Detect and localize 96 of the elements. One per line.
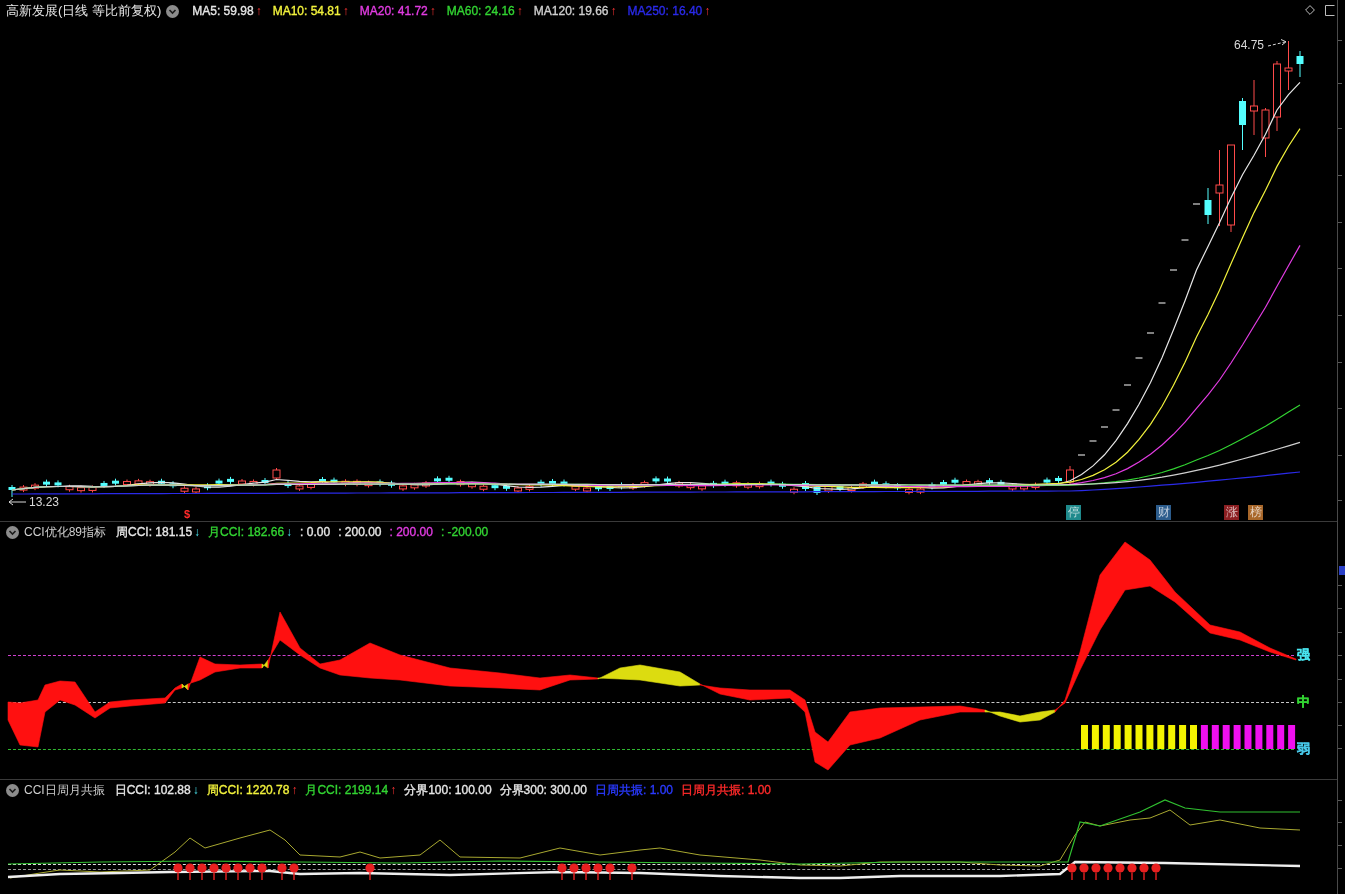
signal-bar xyxy=(1168,725,1176,749)
legend-value: 分界300: 300.00 xyxy=(499,783,587,798)
ball-marker-icon xyxy=(581,863,591,881)
legend-value: 日周共振: 1.00 xyxy=(594,783,673,798)
legend-value: MA10: 54.81 xyxy=(272,3,341,19)
signal-bar xyxy=(1288,725,1296,749)
legend-value: : 0.00 xyxy=(300,525,331,540)
signal-bar xyxy=(1211,725,1219,749)
ball-marker-icon xyxy=(557,863,567,881)
signal-bar xyxy=(1233,725,1241,749)
legend-value: : -200.00 xyxy=(440,525,489,540)
event-tag[interactable]: 榜 xyxy=(1248,505,1263,520)
panel-title: CCI日周月共振 xyxy=(24,783,105,798)
panel-title: CCI优化89指标 xyxy=(24,525,106,540)
signal-bar xyxy=(1200,725,1208,749)
chevron-down-icon[interactable] xyxy=(6,526,19,539)
ball-marker-icon xyxy=(221,863,231,881)
ball-marker-icon xyxy=(289,863,299,881)
chevron-down-icon[interactable] xyxy=(166,4,180,18)
trend-arrow: ↓ xyxy=(194,525,201,540)
legend-value: 分界100: 100.00 xyxy=(404,783,492,798)
legend-value: 日CCI: 102.88 xyxy=(114,783,191,798)
ball-marker-icon xyxy=(277,863,287,881)
ball-marker-icon xyxy=(197,863,207,881)
ball-marker-icon xyxy=(1067,863,1077,881)
diamond-icon[interactable] xyxy=(1305,5,1315,15)
legend-value: MA5: 59.98 xyxy=(192,3,254,19)
ball-marker-icon xyxy=(185,863,195,881)
ball-marker-icon xyxy=(1079,863,1089,881)
trend-arrow: ↑ xyxy=(704,3,711,19)
legend-value: 日周月共振: 1.00 xyxy=(681,783,772,798)
event-tag[interactable]: 停 xyxy=(1066,505,1081,520)
trend-arrow: ↑ xyxy=(390,783,397,798)
legend-value: : 200.00 xyxy=(389,525,433,540)
trend-arrow: ↑ xyxy=(610,3,617,19)
trend-arrow: ↑ xyxy=(255,3,262,19)
legend-value: MA250: 16.40 xyxy=(627,3,703,19)
panel-toggle-icon[interactable] xyxy=(1325,5,1335,16)
ball-marker-icon xyxy=(245,863,255,881)
signal-bar xyxy=(1081,725,1088,749)
trend-arrow: ↑ xyxy=(429,3,436,19)
signal-bar xyxy=(1179,725,1187,749)
ball-marker-icon xyxy=(1103,863,1113,881)
signal-bar xyxy=(1244,725,1252,749)
ball-marker-icon xyxy=(569,863,579,881)
signal-bar xyxy=(1091,725,1099,749)
signal-bar xyxy=(1135,725,1143,749)
signal-bar xyxy=(1157,725,1165,749)
leader-arrow xyxy=(8,498,27,506)
ball-marker-icon xyxy=(257,863,267,881)
trend-arrow: ↑ xyxy=(291,783,298,798)
event-tag[interactable]: 财 xyxy=(1156,505,1171,520)
ball-marker-icon xyxy=(605,863,615,881)
event-tag[interactable]: 涨 xyxy=(1224,505,1239,520)
signal-bar xyxy=(1124,725,1132,749)
signal-bar xyxy=(1255,725,1263,749)
legend-value: 月CCI: 182.66 xyxy=(208,525,285,540)
legend-value: : 200.00 xyxy=(338,525,382,540)
signal-bar xyxy=(1113,725,1121,749)
signal-bar xyxy=(1277,725,1285,749)
ball-marker-icon xyxy=(1139,863,1149,881)
legend-value: 周CCI: 181.15 xyxy=(116,525,193,540)
high-price-label: 64.75 xyxy=(1234,38,1265,52)
panel-title: 高新发展(日线 等比前复权) xyxy=(6,3,162,19)
level-label: 弱 xyxy=(1297,742,1310,756)
signal-bar xyxy=(1146,725,1154,749)
legend-value: MA60: 24.16 xyxy=(446,3,515,19)
ball-marker-icon xyxy=(1151,863,1161,881)
level-label: 强 xyxy=(1297,648,1310,662)
signal-mark: $ xyxy=(184,508,191,520)
trend-arrow: ↑ xyxy=(342,3,349,19)
legend-value: MA20: 41.72 xyxy=(359,3,428,19)
trend-arrow: ↑ xyxy=(516,3,523,19)
signal-bar xyxy=(1222,725,1230,749)
ball-marker-icon xyxy=(593,863,603,881)
leader-arrow xyxy=(1267,39,1287,47)
legend-value: 月CCI: 2199.14 xyxy=(305,783,389,798)
level-label: 中 xyxy=(1297,695,1310,709)
signal-bar xyxy=(1102,725,1110,749)
signal-bar xyxy=(1266,725,1274,749)
legend-value: 周CCI: 1220.78 xyxy=(206,783,290,798)
ball-marker-icon xyxy=(233,863,243,881)
ball-marker-icon xyxy=(173,863,183,881)
axis-marker-icon xyxy=(1339,566,1345,575)
chevron-down-icon[interactable] xyxy=(6,784,19,797)
ball-marker-icon xyxy=(365,863,375,881)
ball-marker-icon xyxy=(1091,863,1101,881)
low-price-label: 13.23 xyxy=(29,495,60,509)
trend-arrow: ↓ xyxy=(286,525,293,540)
signal-bar xyxy=(1190,725,1197,749)
legend-value: MA120: 19.66 xyxy=(533,3,609,19)
ball-marker-icon xyxy=(1127,863,1137,881)
trend-arrow: ↓ xyxy=(192,783,199,798)
ball-marker-icon xyxy=(1115,863,1125,881)
ball-marker-icon xyxy=(627,863,637,881)
ball-marker-icon xyxy=(209,863,219,881)
